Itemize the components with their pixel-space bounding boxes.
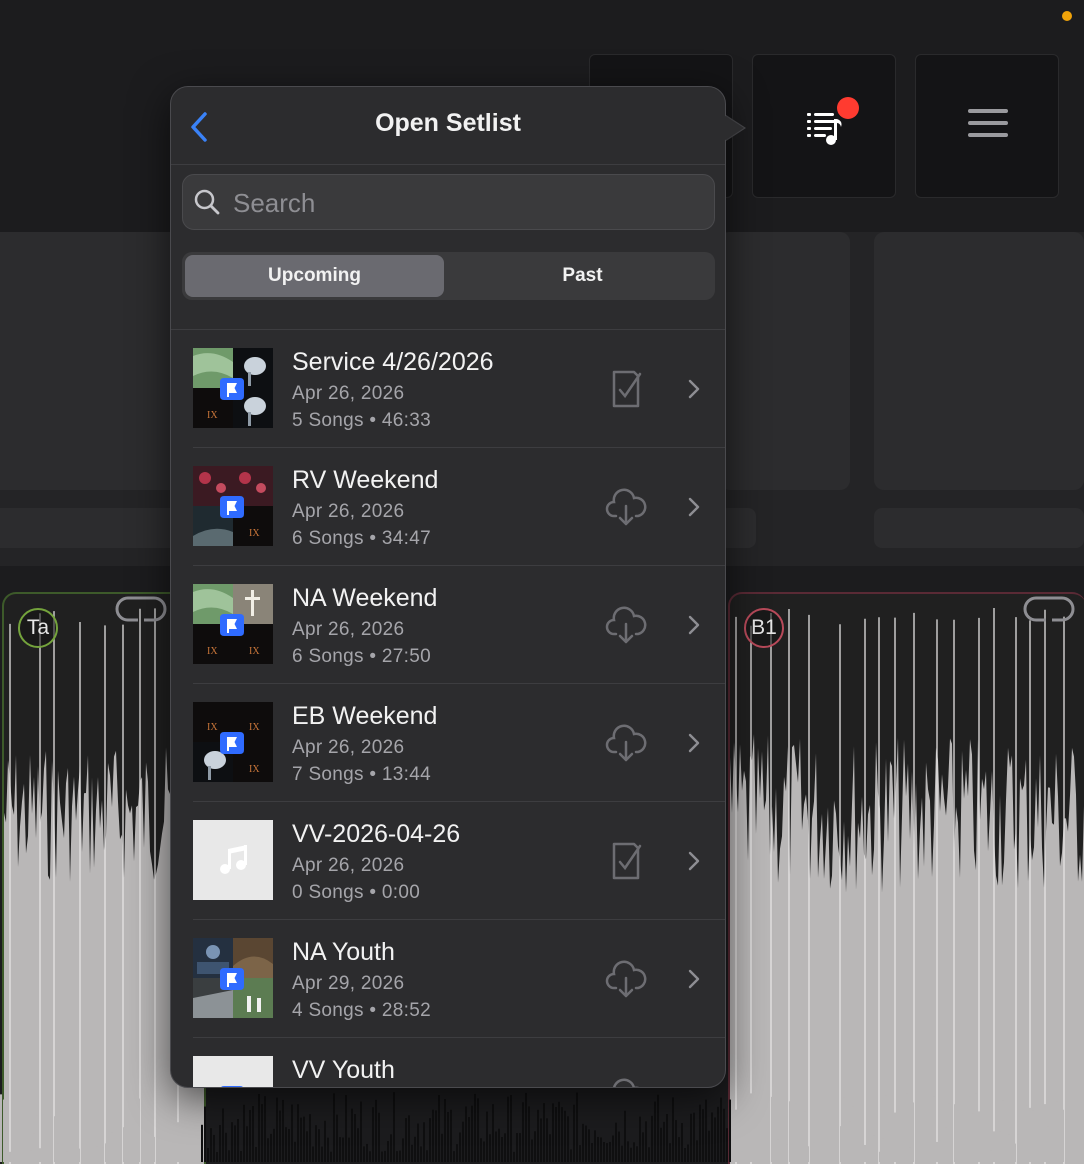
setlist-date: Apr 26, 2026 (292, 619, 405, 640)
setlist-artwork (193, 938, 273, 1018)
cloud-download-icon[interactable] (605, 486, 647, 528)
loop-icon[interactable] (114, 594, 168, 624)
setlist-meta: 6 Songs • 34:47 (292, 528, 431, 549)
setlist-title: Service 4/26/2026 (292, 348, 494, 376)
setlist-meta: 7 Songs • 13:44 (292, 764, 431, 785)
setlist-list: IX Service 4/26/2026 Apr 26, 2026 5 Song… (171, 330, 725, 1088)
setlist-meta: 6 Songs • 27:50 (292, 646, 431, 667)
chevron-right-icon (688, 379, 700, 399)
setlist-title: VV-2026-04-26 (292, 820, 461, 848)
setlist-row[interactable]: VV-2026-04-26 Apr 26, 2026 0 Songs • 0:0… (193, 802, 725, 920)
setlist-title: RV Weekend (292, 466, 439, 494)
chevron-right-icon (688, 497, 700, 517)
menu-button[interactable] (915, 54, 1059, 198)
waveform (0, 1092, 1084, 1162)
setlist-artwork: IX IX (193, 584, 273, 664)
segment-upcoming[interactable]: Upcoming (185, 255, 444, 297)
setlist-title: VV Youth (292, 1056, 395, 1084)
setlist-date: Apr 26, 2026 (292, 855, 405, 876)
track-tag: B1 (744, 608, 784, 648)
cloud-download-icon[interactable] (605, 722, 647, 764)
svg-text:IX: IX (249, 722, 260, 733)
chevron-right-icon (688, 733, 700, 753)
search-input[interactable] (231, 175, 705, 231)
setlist-row[interactable]: IX IX IX EB Weekend Apr 26, 2026 7 Songs… (193, 684, 725, 802)
planning-center-badge-icon (220, 496, 244, 518)
segmented-control: Upcoming Past (182, 252, 715, 300)
setlist-meta: 5 Songs • 46:33 (292, 410, 431, 431)
search-icon (194, 189, 220, 215)
pad-strip[interactable] (874, 508, 1084, 548)
setlist-row[interactable]: NA Youth Apr 29, 2026 4 Songs • 28:52 (193, 920, 725, 1038)
setlist-artwork: IX (193, 348, 273, 428)
loop-icon[interactable] (1022, 594, 1076, 624)
cloud-download-icon[interactable] (605, 958, 647, 1000)
setlist-title: NA Youth (292, 938, 395, 966)
open-setlist-popover: Open Setlist Upcoming Past IX (170, 86, 726, 1088)
notification-badge (837, 97, 859, 119)
planning-center-badge-icon (221, 1086, 243, 1087)
svg-text:IX: IX (249, 528, 260, 539)
hamburger-menu-icon (968, 109, 1008, 145)
svg-text:IX: IX (207, 646, 218, 657)
planning-center-badge-icon (220, 968, 244, 990)
planning-center-badge-icon (220, 614, 244, 636)
search-field[interactable] (182, 174, 715, 231)
checklist-icon[interactable] (605, 368, 647, 410)
planning-center-badge-icon (220, 378, 244, 400)
setlist-date: Apr 29, 2026 (292, 973, 405, 994)
svg-text:IX: IX (249, 646, 260, 657)
setlist-meta: 4 Songs • 28:52 (292, 1000, 431, 1021)
segment-past[interactable]: Past (453, 255, 712, 297)
checklist-icon[interactable] (605, 840, 647, 882)
setlist-artwork: IX (193, 466, 273, 546)
waveform (730, 608, 1084, 1164)
chevron-right-icon (688, 851, 700, 871)
setlist-meta: 0 Songs • 0:00 (292, 882, 421, 903)
popover-nav-bar: Open Setlist (171, 87, 725, 165)
setlist-date: Apr 26, 2026 (292, 383, 405, 404)
popover-arrow-fill (716, 110, 744, 146)
status-indicator-dot (1062, 11, 1072, 21)
planning-center-badge-icon (220, 732, 244, 754)
pad-strip[interactable] (0, 508, 180, 548)
setlist-button[interactable] (752, 54, 896, 198)
pad-tile[interactable] (0, 232, 180, 490)
chevron-right-icon (688, 615, 700, 635)
setlist-title: EB Weekend (292, 702, 438, 730)
cloud-download-icon[interactable] (605, 604, 647, 646)
track-b1[interactable]: B1 (728, 592, 1084, 1164)
cloud-download-icon[interactable] (605, 1076, 647, 1088)
setlist-row[interactable]: IX Service 4/26/2026 Apr 26, 2026 5 Song… (193, 330, 725, 448)
setlist-artwork-placeholder (193, 820, 273, 900)
pad-tile[interactable] (874, 232, 1084, 490)
setlist-title: NA Weekend (292, 584, 438, 612)
setlist-date: Apr 26, 2026 (292, 737, 405, 758)
setlist-row[interactable]: IX RV Weekend Apr 26, 2026 6 Songs • 34:… (193, 448, 725, 566)
setlist-date: Apr 26, 2026 (292, 501, 405, 522)
track-tag: Ta (18, 608, 58, 648)
chevron-right-icon (688, 969, 700, 989)
setlist-row[interactable]: VV Youth (193, 1038, 725, 1088)
svg-text:IX: IX (207, 410, 218, 421)
pad-tile[interactable] (720, 232, 850, 490)
setlist-row[interactable]: IX IX NA Weekend Apr 26, 2026 6 Songs • … (193, 566, 725, 684)
setlist-artwork: IX IX IX (193, 702, 273, 782)
music-note-icon (220, 845, 247, 874)
popover-title: Open Setlist (375, 109, 521, 137)
svg-text:IX: IX (249, 764, 260, 775)
setlist-artwork (193, 1056, 273, 1087)
